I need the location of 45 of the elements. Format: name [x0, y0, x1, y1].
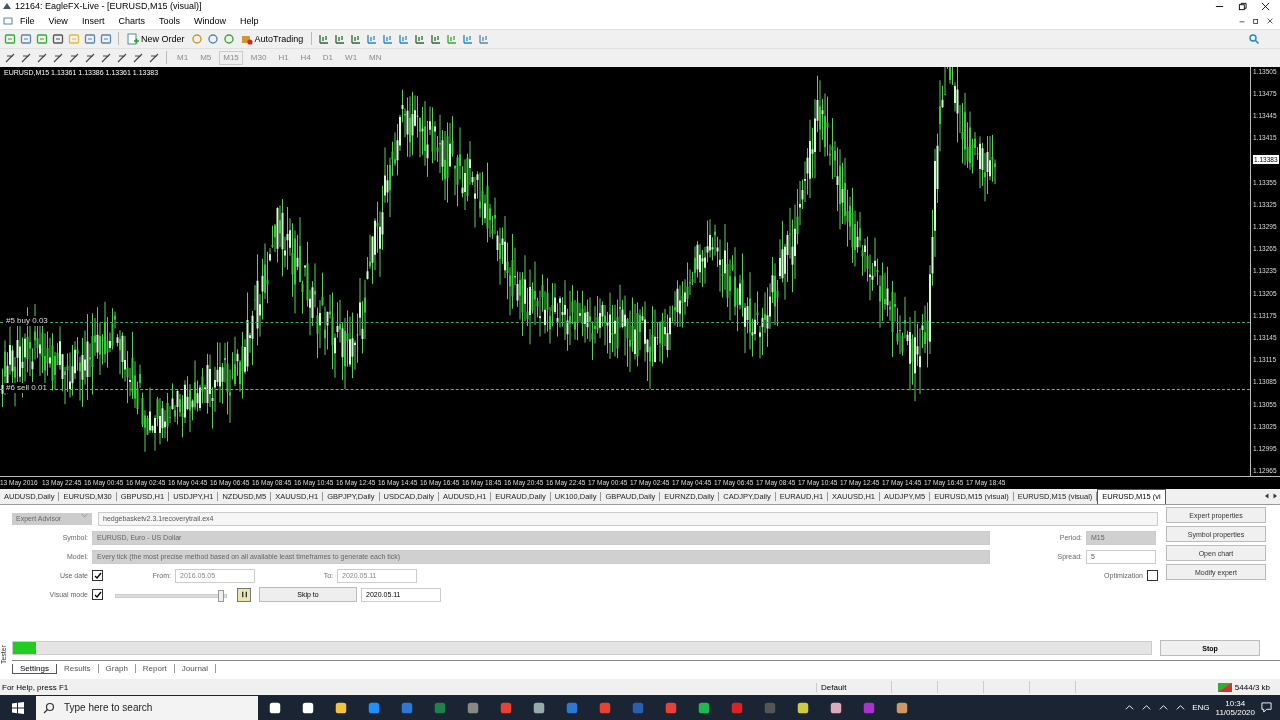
menu-item[interactable]: Charts — [111, 15, 152, 26]
profile-status: Default — [816, 682, 891, 692]
language-indicator[interactable]: ENG — [1192, 703, 1210, 713]
windows-logo-icon[interactable] — [12, 701, 24, 714]
checkbox[interactable] — [92, 570, 103, 582]
checkbox[interactable] — [92, 589, 103, 601]
pause-icon — [239, 590, 249, 600]
traffic-status: 5444/3 kb — [1217, 682, 1280, 692]
menu-item[interactable]: Help — [232, 15, 266, 26]
clock[interactable]: 10:34 11/05/2020 — [1215, 698, 1255, 717]
menu-item[interactable]: File — [13, 15, 42, 26]
pause-button[interactable] — [237, 587, 251, 602]
order-label: #5 buy 0.03 — [4, 315, 50, 326]
caret-icon — [81, 512, 88, 518]
close-icon[interactable] — [1261, 1, 1270, 11]
menu-item[interactable]: Window — [186, 15, 233, 26]
restore-icon[interactable] — [1252, 16, 1260, 25]
new-order-icon — [127, 32, 139, 45]
speed-slider[interactable] — [115, 589, 227, 600]
notification-icon[interactable] — [1261, 702, 1272, 714]
search-icon[interactable] — [1248, 32, 1260, 45]
tester-tab[interactable]: Graph — [98, 664, 136, 674]
search-field[interactable]: Type here to search — [36, 695, 258, 720]
new-order-button[interactable]: New Order — [125, 30, 187, 47]
status-text: For Help, press F1 — [1, 682, 70, 692]
check-icon — [93, 571, 102, 580]
order-label: #6 sell 0.01 — [4, 382, 49, 393]
checkbox[interactable] — [1147, 570, 1158, 582]
check-icon — [93, 590, 102, 599]
chart-window-icon — [3, 15, 13, 26]
window-title: 12164: EagleFX-Live - [EURUSD,M15 (visual)] — [15, 1, 202, 12]
restore-icon[interactable] — [1238, 1, 1247, 11]
traffic-icon — [1217, 682, 1232, 692]
tester-tab[interactable]: Journal — [174, 664, 217, 674]
tester-tab[interactable]: Report — [135, 664, 175, 674]
menu-item[interactable]: View — [41, 15, 75, 26]
menu-item[interactable]: Insert — [74, 15, 112, 26]
tester-tab[interactable]: Settings — [12, 663, 57, 674]
scroll-right-icon[interactable] — [1272, 493, 1278, 500]
tester-tab[interactable]: Results — [56, 664, 99, 674]
menu-item[interactable]: Tools — [151, 15, 187, 26]
close-icon[interactable] — [1266, 16, 1274, 25]
autotrading-button[interactable]: AutoTrading — [238, 30, 306, 47]
scroll-left-icon[interactable] — [1264, 493, 1270, 500]
bar-chart-icon[interactable] — [318, 32, 331, 45]
